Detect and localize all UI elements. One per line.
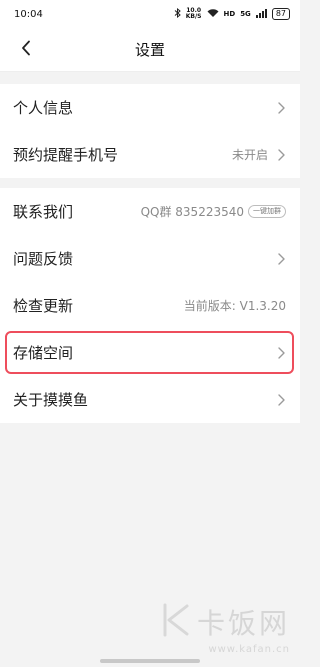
- chevron-right-icon: [276, 148, 286, 162]
- settings-group-account: 个人信息 预约提醒手机号 未开启: [0, 84, 300, 178]
- chevron-right-icon: [276, 101, 286, 115]
- watermark: 卡饭网 www.kafan.cn: [161, 602, 290, 655]
- bluetooth-icon: [174, 7, 181, 20]
- home-indicator[interactable]: [100, 659, 200, 663]
- row-feedback[interactable]: 问题反馈: [0, 235, 300, 282]
- net-speed: 10.0 KB/S: [186, 8, 202, 20]
- row-label: 存储空间: [13, 344, 74, 362]
- row-reminder-phone[interactable]: 预约提醒手机号 未开启: [0, 131, 300, 178]
- settings-group-app: 联系我们 QQ群 835223540 一键加群 问题反馈 检查更新 当前版本: …: [0, 188, 300, 423]
- row-check-update[interactable]: 检查更新 当前版本: V1.3.20: [0, 282, 300, 329]
- battery-icon: 87: [271, 8, 290, 20]
- wifi-icon: [207, 8, 219, 20]
- row-storage[interactable]: 存储空间: [0, 329, 300, 376]
- row-contact-us[interactable]: 联系我们 QQ群 835223540 一键加群: [0, 188, 300, 235]
- watermark-url: www.kafan.cn: [208, 644, 290, 655]
- chevron-left-icon: [21, 40, 31, 60]
- row-label: 个人信息: [13, 99, 74, 117]
- row-value: 未开启: [231, 148, 268, 162]
- watermark-text: 卡饭网: [196, 607, 290, 640]
- row-label: 预约提醒手机号: [13, 146, 119, 164]
- status-icons: 10.0 KB/S HD 5G 87: [174, 8, 290, 20]
- network-type: 5G: [240, 9, 251, 18]
- status-time: 10:04: [14, 8, 43, 20]
- hd-icon: HD: [223, 9, 236, 18]
- row-value: QQ群 835223540: [140, 205, 244, 219]
- row-label: 联系我们: [13, 203, 74, 221]
- chevron-right-icon: [276, 252, 286, 266]
- join-group-badge[interactable]: 一键加群: [248, 205, 286, 218]
- row-label: 问题反馈: [13, 250, 74, 268]
- back-button[interactable]: [12, 36, 40, 64]
- row-about[interactable]: 关于摸摸鱼: [0, 376, 300, 423]
- row-label: 检查更新: [13, 297, 74, 315]
- signal-icon: [255, 8, 267, 20]
- row-personal-info[interactable]: 个人信息: [0, 84, 300, 131]
- net-speed-unit: KB/S: [185, 13, 202, 20]
- page-title: 设置: [134, 41, 165, 59]
- kafan-logo-icon: [161, 603, 191, 641]
- chevron-right-icon: [276, 346, 286, 360]
- row-value: 当前版本: V1.3.20: [183, 299, 286, 313]
- header: 设置: [0, 28, 300, 72]
- status-bar: 10:04 10.0 KB/S HD 5G 87: [0, 0, 300, 28]
- row-label: 关于摸摸鱼: [13, 391, 89, 409]
- chevron-right-icon: [276, 393, 286, 407]
